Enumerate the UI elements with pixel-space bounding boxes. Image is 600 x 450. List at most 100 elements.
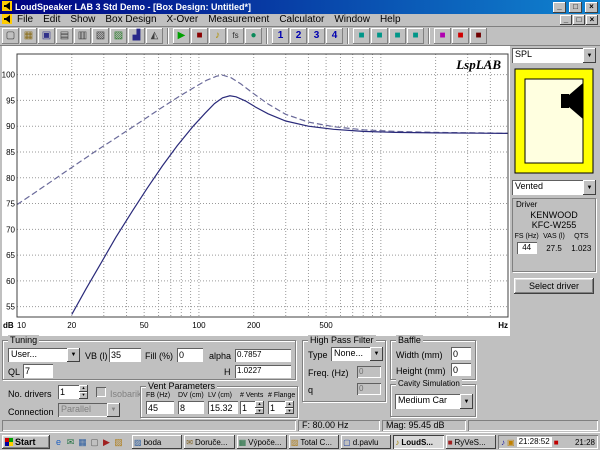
memory-d-button[interactable]: ■ [407, 28, 424, 44]
start-button[interactable]: Start [2, 435, 50, 449]
fb-input[interactable] [146, 401, 174, 414]
chart-area[interactable]: 55 60 65 70 75 80 85 90 95 100 10 20 50 100 200 500 dB Hz… [2, 46, 510, 336]
lens-button[interactable]: ● [245, 28, 262, 44]
view-2-button[interactable]: 2 [290, 28, 307, 44]
num-flange-input[interactable] [268, 401, 285, 414]
fs-button[interactable]: fs [227, 28, 244, 44]
baffle-width-input[interactable] [451, 347, 471, 360]
menu-file[interactable]: File [12, 14, 38, 26]
svg-text:Hz: Hz [498, 321, 508, 330]
menu-x-over[interactable]: X-Over [162, 14, 204, 26]
task-boda-button[interactable]: ▨ boda [132, 435, 183, 449]
svg-text:95: 95 [6, 96, 15, 105]
save-button[interactable]: ▣ [38, 28, 55, 44]
num-vents-input[interactable] [240, 401, 255, 414]
mail-icon[interactable]: ✉ [65, 437, 76, 448]
chevron-down-icon[interactable]: ▼ [370, 347, 383, 361]
graph-button[interactable]: ▟ [128, 28, 145, 44]
dv-input[interactable] [178, 401, 204, 414]
memory-c-button[interactable]: ■ [389, 28, 406, 44]
num-vents-stepper[interactable]: ▲▼ [240, 401, 264, 414]
title-bar[interactable]: LoudSpeaker LAB 3 Std Demo - [Box Design… [0, 0, 600, 14]
spin-down-icon[interactable]: ▼ [79, 392, 88, 399]
open-button[interactable]: ▦ [20, 28, 37, 44]
copy-button[interactable]: ▧ [92, 28, 109, 44]
menu-calculator[interactable]: Calculator [274, 14, 329, 26]
ql-input[interactable] [23, 364, 53, 378]
num-drivers-stepper[interactable]: ▲▼ [58, 385, 88, 399]
spl-chart[interactable]: 55 60 65 70 75 80 85 90 95 100 10 20 50 100 200 500 dB Hz… [2, 46, 510, 336]
task-total-c-button[interactable]: ▨ Total C... [288, 435, 340, 449]
task-doru-e-button[interactable]: ✉ Doruče... [184, 435, 235, 449]
fill-input[interactable] [177, 348, 203, 362]
baffle-height-input[interactable] [451, 363, 471, 376]
desktop-icon[interactable]: ▦ [77, 437, 88, 448]
vb-input[interactable] [109, 348, 141, 362]
menu-help[interactable]: Help [375, 14, 406, 26]
maximize-button[interactable]: □ [569, 1, 582, 13]
box-type-select[interactable]: Vented ▼ [512, 180, 596, 195]
document-icon[interactable]: ▢ [89, 437, 100, 448]
new-button[interactable]: ▢ [2, 28, 19, 44]
task-d-pavlu-button[interactable]: ▢ d.pavlu [341, 435, 392, 449]
speaker-button[interactable]: ♪ [209, 28, 226, 44]
player-icon[interactable]: ▶ [101, 437, 112, 448]
spin-down-icon[interactable]: ▼ [285, 407, 294, 414]
num-drivers-input[interactable] [58, 385, 79, 399]
play-button[interactable]: ▶ [173, 28, 190, 44]
stop-button[interactable]: ■ [191, 28, 208, 44]
red-button[interactable]: ■ [452, 28, 469, 44]
num-flange-stepper[interactable]: ▲▼ [268, 401, 294, 414]
chevron-down-icon[interactable]: ▼ [67, 348, 80, 362]
spin-down-icon[interactable]: ▼ [255, 407, 264, 414]
svg-text:100: 100 [192, 321, 206, 330]
close-button[interactable]: × [585, 1, 598, 13]
curve-type-select[interactable]: SPL ▼ [512, 48, 596, 63]
child-restore-button[interactable]: □ [573, 15, 585, 25]
chevron-down-icon[interactable]: ▼ [583, 48, 596, 63]
menu-measurement[interactable]: Measurement [203, 14, 274, 26]
memory-a-button[interactable]: ■ [353, 28, 370, 44]
antivirus-icon[interactable]: ■ [554, 438, 559, 447]
darkred-button[interactable]: ■ [470, 28, 487, 44]
child-window-buttons: _ □ × [560, 15, 598, 25]
chevron-down-icon[interactable]: ▼ [583, 180, 596, 195]
magenta-button[interactable]: ■ [434, 28, 451, 44]
driver-model: KFC-W255 [531, 220, 577, 230]
task-ryves-button[interactable]: ■ RyVeS... [445, 435, 496, 449]
view-3-button[interactable]: 3 [308, 28, 325, 44]
measure-button[interactable]: ◭ [146, 28, 163, 44]
cavity-simulation-select[interactable]: Medium Car ▼ [395, 394, 473, 409]
child-minimize-button[interactable]: _ [560, 15, 572, 25]
driver-magnet-icon [561, 94, 569, 108]
menu-box-design[interactable]: Box Design [100, 14, 161, 26]
hpf-type-select[interactable]: None... ▼ [331, 347, 383, 361]
ie-icon[interactable]: e [53, 437, 64, 447]
folder-icon[interactable]: ▨ [113, 437, 124, 448]
view-4-button[interactable]: 4 [326, 28, 343, 44]
task-v-po-e-button[interactable]: ▦ Výpoče... [236, 435, 287, 449]
minimize-button[interactable]: _ [553, 1, 566, 13]
chevron-down-icon[interactable]: ▼ [460, 394, 473, 409]
document-window-icon[interactable] [2, 13, 12, 27]
menu-show[interactable]: Show [65, 14, 100, 26]
menu-edit[interactable]: Edit [38, 14, 65, 26]
view-1-button[interactable]: 1 [272, 28, 289, 44]
task-icon: ▨ [134, 437, 142, 447]
select-driver-button[interactable]: Select driver [514, 278, 594, 294]
child-close-button[interactable]: × [586, 15, 598, 25]
display-icon[interactable]: ▣ [507, 438, 515, 447]
report-button[interactable]: ▥ [74, 28, 91, 44]
tuning-mode-value: User... [11, 349, 38, 359]
spinner-arrows: ▲ ▼ [255, 401, 264, 414]
tuning-mode-select[interactable]: User... ▼ [8, 348, 80, 362]
menu-window[interactable]: Window [329, 14, 375, 26]
memory-b-button[interactable]: ■ [371, 28, 388, 44]
task-louds-button[interactable]: ♪ LoudS... [393, 435, 444, 449]
print-button[interactable]: ▤ [56, 28, 73, 44]
volume-icon[interactable]: ♪ [501, 438, 505, 447]
lv-input[interactable] [208, 401, 238, 414]
spin-up-icon[interactable]: ▲ [79, 385, 88, 392]
svg-text:500: 500 [319, 321, 333, 330]
paste-button[interactable]: ▨ [110, 28, 127, 44]
